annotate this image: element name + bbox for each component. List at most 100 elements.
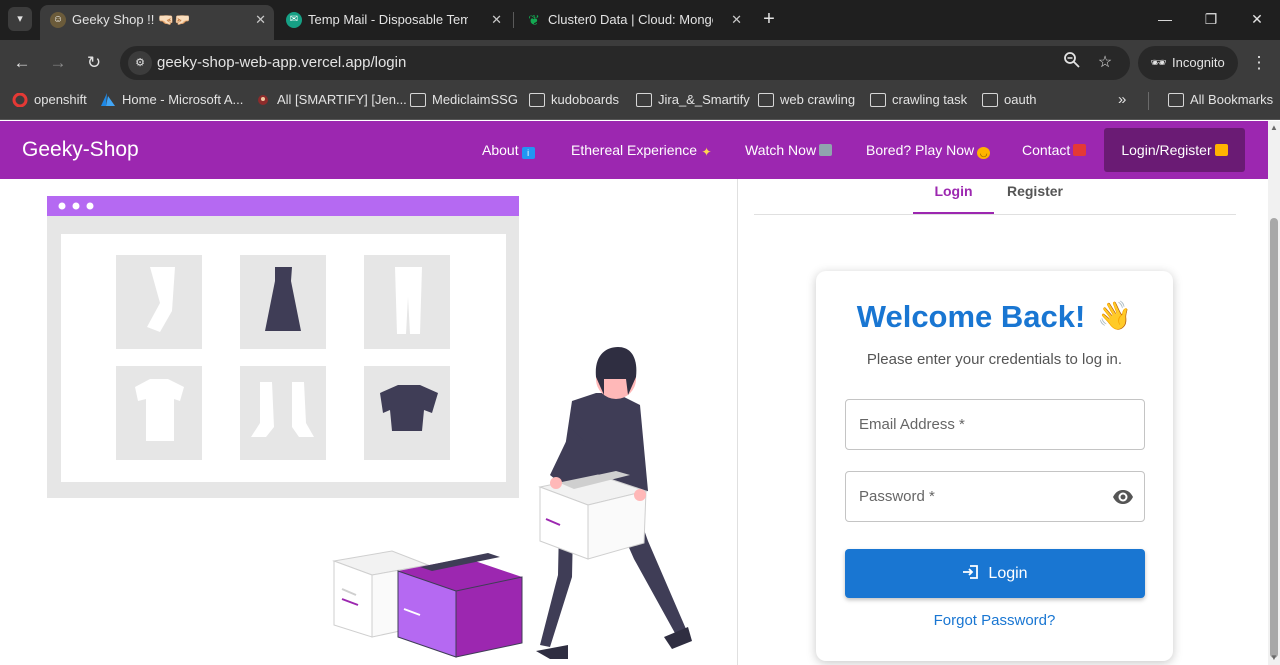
forward-icon[interactable]: →: [45, 50, 71, 76]
tab-search-icon[interactable]: ▾: [8, 7, 32, 31]
nav-label: Ethereal Experience: [571, 142, 698, 158]
bookmark-label: web crawling: [780, 92, 856, 107]
bookmark-label: Jira_&_Smartify: [658, 92, 750, 107]
tab-mongodb[interactable]: ❦ Cluster0 Data | Cloud: MongoDB Cloud ✕: [516, 5, 750, 40]
bookmark-label: All Bookmarks: [1190, 92, 1274, 107]
bookmark-label: openshift: [34, 92, 87, 107]
login-title: Welcome Back!: [856, 299, 1086, 334]
login-subtitle: Please enter your credentials to log in.: [866, 351, 1123, 368]
minimize-icon[interactable]: —: [1152, 6, 1178, 32]
nav-label: About: [482, 142, 519, 158]
nav-label: Bored? Play Now: [866, 142, 975, 158]
scroll-down-icon[interactable]: ▼: [1269, 653, 1279, 663]
brand-logo[interactable]: Geeky-Shop: [22, 121, 139, 179]
column-divider: [737, 179, 738, 665]
login-card: Welcome Back! 👋 Please enter your credent…: [816, 271, 1173, 661]
page-viewport: Geeky-Shop About i Ethereal Experience ✦ W…: [0, 121, 1268, 665]
tab-title: Temp Mail - Disposable Temporary Email: [308, 12, 468, 27]
tab-favicon-icon: ☺: [50, 12, 66, 28]
tab-temp-mail[interactable]: ✉ Temp Mail - Disposable Temporary Email…: [276, 5, 510, 40]
jenkins-icon: [258, 95, 268, 105]
boxes-illustration: [332, 550, 523, 658]
close-window-icon[interactable]: ✕: [1244, 6, 1270, 32]
tv-icon: [819, 144, 833, 156]
scrollbar-thumb[interactable]: [1270, 218, 1278, 658]
page-scrollbar[interactable]: ▲ ▼: [1268, 121, 1280, 665]
folder-icon: [870, 93, 886, 107]
bookmark-star-icon[interactable]: ☆: [1093, 51, 1117, 75]
toggle-password-visibility-icon[interactable]: [1112, 486, 1134, 508]
bookmark-label: All [SMARTIFY] [Jen...: [277, 92, 407, 107]
reload-icon[interactable]: ↻: [81, 50, 107, 76]
waving-hand-icon: 👋: [1097, 300, 1133, 331]
folder-icon: [410, 93, 426, 107]
browser-tab-bar: ▾ ☺ Geeky Shop !! 🤜🏻🤛🏻 ✕ ✉ Temp Mail - D…: [0, 0, 1280, 40]
restore-icon[interactable]: ❐: [1198, 6, 1224, 32]
folder-icon: [982, 93, 998, 107]
incognito-badge[interactable]: 🕶 Incognito: [1138, 46, 1238, 80]
address-bar[interactable]: ⚙ geeky-shop-web-app.vercel.app/login ☆: [120, 46, 1130, 80]
nav-ethereal-experience[interactable]: Ethereal Experience ✦: [571, 121, 713, 179]
scroll-up-icon[interactable]: ▲: [1269, 123, 1279, 133]
tab-favicon-icon: ✉: [286, 12, 302, 28]
login-heading: Welcome Back! 👋: [816, 299, 1173, 335]
close-tab-icon[interactable]: ✕: [255, 5, 266, 35]
nav-play-now[interactable]: Bored? Play Now ◡: [866, 121, 991, 179]
browser-menu-icon[interactable]: ⋮: [1246, 50, 1272, 76]
tab-separator: [513, 12, 514, 28]
browser-toolbar: ← → ↻ ⚙ geeky-shop-web-app.vercel.app/lo…: [0, 40, 1280, 86]
more-bookmarks-icon[interactable]: »: [1118, 86, 1126, 114]
bookmark-label: oauth: [1004, 92, 1037, 107]
tab-title: Geeky Shop !! 🤜🏻🤛🏻: [72, 12, 191, 27]
email-input[interactable]: [846, 400, 1144, 449]
email-field[interactable]: Email Address *: [845, 399, 1145, 450]
incognito-label: Incognito: [1172, 55, 1225, 70]
login-submit-label: Login: [988, 565, 1028, 582]
nav-about[interactable]: About i: [482, 121, 535, 179]
tab-title: Cluster0 Data | Cloud: MongoDB Cloud: [548, 12, 713, 27]
close-tab-icon[interactable]: ✕: [731, 5, 742, 35]
zoom-icon[interactable]: [1060, 51, 1084, 75]
back-icon[interactable]: ←: [9, 50, 35, 76]
folder-icon: [529, 93, 545, 107]
bookmarks-separator: [1148, 92, 1149, 110]
auth-tabs: Login Register: [754, 179, 1236, 215]
bookmark-label: crawling task: [892, 92, 968, 107]
password-field[interactable]: Password *: [845, 471, 1145, 522]
bookmarks-bar: openshift Home - Microsoft A... All [SMA…: [0, 86, 1280, 120]
tab-geeky-shop[interactable]: ☺ Geeky Shop !! 🤜🏻🤛🏻 ✕: [40, 5, 274, 40]
folder-icon: [636, 93, 652, 107]
bookmark-label: kudoboards: [551, 92, 619, 107]
site-navbar: Geeky-Shop About i Ethereal Experience ✦ W…: [0, 121, 1268, 179]
azure-icon: [101, 93, 115, 106]
nav-watch-now[interactable]: Watch Now: [745, 121, 833, 179]
mailbox-icon: [1073, 144, 1087, 156]
nav-label: Watch Now: [745, 142, 817, 158]
password-input[interactable]: [846, 472, 1144, 521]
sparkles-icon: ✦: [701, 145, 712, 159]
close-tab-icon[interactable]: ✕: [491, 5, 502, 35]
bookmark-label: Home - Microsoft A...: [122, 92, 244, 107]
login-register-button[interactable]: Login/Register: [1104, 128, 1245, 172]
login-icon: [963, 565, 979, 579]
url-text[interactable]: geeky-shop-web-app.vercel.app/login: [157, 46, 406, 80]
shopping-illustration: [47, 196, 692, 659]
forgot-password-link[interactable]: Forgot Password?: [816, 612, 1173, 629]
new-tab-button[interactable]: +: [758, 7, 780, 31]
tab-register[interactable]: Register: [994, 179, 1076, 214]
login-register-label: Login/Register: [1121, 142, 1212, 158]
site-info-icon[interactable]: ⚙: [128, 51, 152, 75]
mongodb-leaf-icon: ❦: [528, 12, 540, 28]
login-submit-button[interactable]: Login: [845, 549, 1145, 598]
openshift-icon: [12, 93, 28, 107]
folder-icon: [758, 93, 774, 107]
tab-login[interactable]: Login: [913, 179, 994, 214]
info-icon: i: [521, 147, 535, 159]
woman-carrying-box-illustration: [536, 347, 692, 659]
unlock-icon: [1214, 144, 1228, 156]
nav-contact[interactable]: Contact: [1022, 121, 1087, 179]
nav-label: Contact: [1022, 142, 1071, 158]
bookmark-label: MediclaimSSG: [432, 92, 518, 107]
incognito-icon: 🕶: [1150, 55, 1167, 70]
smile-icon: ◡: [977, 147, 991, 159]
